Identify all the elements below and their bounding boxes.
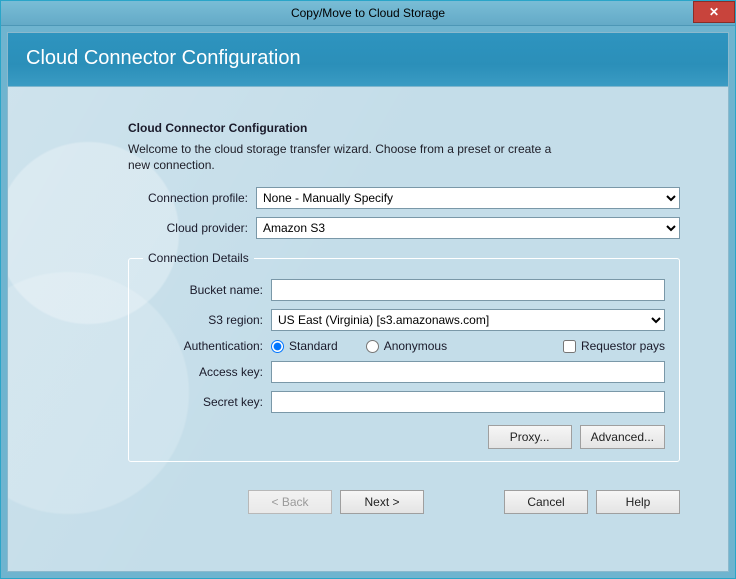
window-title: Copy/Move to Cloud Storage (291, 6, 445, 20)
row-secret-key: Secret key: (143, 391, 665, 413)
s3-region-label: S3 region: (143, 313, 271, 327)
banner-title: Cloud Connector Configuration (26, 47, 301, 69)
auth-standard-option[interactable]: Standard (271, 339, 338, 353)
row-connection-profile: Connection profile: None - Manually Spec… (128, 187, 680, 209)
row-access-key: Access key: (143, 361, 665, 383)
banner: Cloud Connector Configuration (8, 33, 728, 87)
row-authentication: Authentication: Standard Anonymous Re (143, 339, 665, 353)
auth-standard-label: Standard (289, 339, 338, 353)
button-spacer (432, 490, 496, 514)
auth-anonymous-label: Anonymous (384, 339, 447, 353)
cloud-provider-select[interactable]: Amazon S3 (256, 217, 680, 239)
authentication-options: Standard Anonymous Requestor pays (271, 339, 665, 353)
details-button-row: Proxy... Advanced... (143, 425, 665, 449)
requestor-pays-option[interactable]: Requestor pays (563, 339, 665, 353)
close-icon: ✕ (709, 5, 719, 19)
authentication-label: Authentication: (143, 339, 271, 353)
bucket-name-input[interactable] (271, 279, 665, 301)
back-button: < Back (248, 490, 332, 514)
advanced-button[interactable]: Advanced... (580, 425, 665, 449)
connection-details-legend: Connection Details (143, 251, 254, 265)
page-heading: Cloud Connector Configuration (128, 121, 680, 135)
connection-details-group: Connection Details Bucket name: S3 regio… (128, 251, 680, 462)
bucket-name-label: Bucket name: (143, 283, 271, 297)
dialog-window: Copy/Move to Cloud Storage ✕ Cloud Conne… (0, 0, 736, 579)
cancel-button[interactable]: Cancel (504, 490, 588, 514)
requestor-pays-label: Requestor pays (581, 339, 665, 353)
titlebar: Copy/Move to Cloud Storage ✕ (1, 1, 735, 26)
secret-key-label: Secret key: (143, 395, 271, 409)
auth-anonymous-option[interactable]: Anonymous (366, 339, 447, 353)
connection-profile-label: Connection profile: (128, 191, 256, 205)
client-area: Cloud Connector Configuration Cloud Conn… (7, 32, 729, 572)
wizard-buttons: < Back Next > Cancel Help (128, 490, 680, 514)
s3-region-select[interactable]: US East (Virginia) [s3.amazonaws.com] (271, 309, 665, 331)
row-bucket-name: Bucket name: (143, 279, 665, 301)
secret-key-input[interactable] (271, 391, 665, 413)
access-key-input[interactable] (271, 361, 665, 383)
access-key-label: Access key: (143, 365, 271, 379)
proxy-button[interactable]: Proxy... (488, 425, 572, 449)
row-cloud-provider: Cloud provider: Amazon S3 (128, 217, 680, 239)
auth-standard-radio[interactable] (271, 340, 284, 353)
requestor-pays-checkbox[interactable] (563, 340, 576, 353)
close-button[interactable]: ✕ (693, 1, 735, 23)
help-button[interactable]: Help (596, 490, 680, 514)
connection-profile-select[interactable]: None - Manually Specify (256, 187, 680, 209)
row-s3-region: S3 region: US East (Virginia) [s3.amazon… (143, 309, 665, 331)
cloud-provider-label: Cloud provider: (128, 221, 256, 235)
content: Cloud Connector Configuration Welcome to… (8, 87, 728, 571)
page-intro: Welcome to the cloud storage transfer wi… (128, 141, 568, 173)
auth-anonymous-radio[interactable] (366, 340, 379, 353)
next-button[interactable]: Next > (340, 490, 424, 514)
